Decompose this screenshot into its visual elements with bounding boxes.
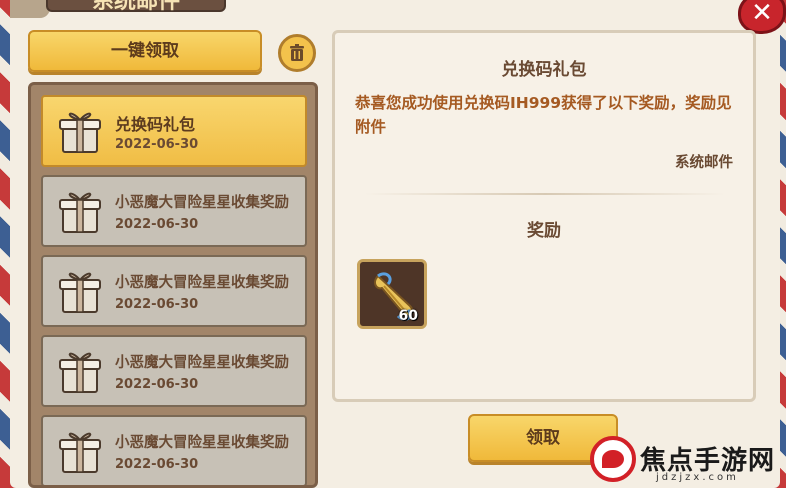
mail-date: 2022-06-30 xyxy=(115,217,199,232)
mail-detail: 兑换码礼包 恭喜您成功使用兑换码IH999获得了以下奖励，奖励见附件 系统邮件 … xyxy=(332,30,756,402)
detail-title: 兑换码礼包 xyxy=(501,60,587,80)
mail-list[interactable]: 兑换码礼包 2022-06-30 小恶魔大冒险星星收集奖励 2022-06-30… xyxy=(28,82,318,488)
mail-item[interactable]: 小恶魔大冒险星星收集奖励 2022-06-30 xyxy=(41,175,307,247)
gift-box-icon xyxy=(59,192,101,233)
corner-decoration xyxy=(10,0,50,18)
mail-item[interactable]: 小恶魔大冒险星星收集奖励 2022-06-30 xyxy=(41,335,307,407)
mail-title: 小恶魔大冒险星星收集奖励 xyxy=(115,195,289,211)
detail-body: 恭喜您成功使用兑换码IH999获得了以下奖励，奖励见附件 xyxy=(355,94,732,136)
trash-icon xyxy=(290,44,304,61)
mail-title: 兑换码礼包 xyxy=(115,115,196,134)
gift-box-icon xyxy=(59,352,101,393)
gift-box-icon xyxy=(59,272,101,313)
delete-button[interactable] xyxy=(278,34,316,72)
mail-item[interactable]: 小恶魔大冒险星星收集奖励 2022-06-30 xyxy=(41,255,307,327)
reward-heading: 奖励 xyxy=(527,221,561,241)
claim-all-button[interactable]: 一键领取 xyxy=(28,30,262,72)
mail-title: 小恶魔大冒险星星收集奖励 xyxy=(115,355,289,371)
mail-date: 2022-06-30 xyxy=(115,297,199,312)
mail-date: 2022-06-30 xyxy=(115,137,199,152)
close-icon: ✕ xyxy=(751,0,773,28)
gift-box-icon xyxy=(59,432,101,473)
mail-date: 2022-06-30 xyxy=(115,457,199,472)
reward-item[interactable]: 60 xyxy=(357,259,427,329)
mail-item[interactable]: 兑换码礼包 2022-06-30 xyxy=(41,95,307,167)
reward-count: 60 xyxy=(398,308,418,324)
watermark-sub: jdzjzx.com xyxy=(656,472,739,483)
mail-title: 小恶魔大冒险星星收集奖励 xyxy=(115,435,289,451)
watermark-logo-icon xyxy=(590,436,636,482)
mail-title: 小恶魔大冒险星星收集奖励 xyxy=(115,275,289,291)
detail-sender: 系统邮件 xyxy=(675,155,733,171)
divider xyxy=(365,193,725,195)
mail-date: 2022-06-30 xyxy=(115,377,199,392)
mail-item[interactable]: 小恶魔大冒险星星收集奖励 2022-06-30 xyxy=(41,415,307,485)
gift-box-icon xyxy=(59,112,101,153)
watermark: 焦点手游网 jdzjzx.com xyxy=(590,436,786,488)
window-title: 系统邮件 xyxy=(46,0,226,14)
